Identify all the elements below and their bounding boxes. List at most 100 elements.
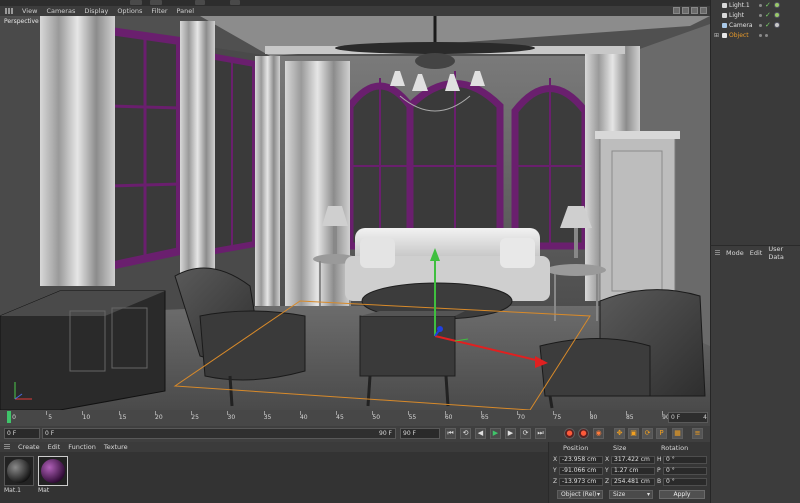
coordinate-mode-value: Object (Rel) — [561, 491, 597, 498]
material-menu-edit[interactable]: Edit — [48, 443, 61, 451]
rotation-header: Rotation — [661, 444, 689, 452]
current-frame-field[interactable]: 0 F 4 — [668, 412, 708, 423]
material-item-selected[interactable]: Mat — [38, 456, 68, 494]
viewport-menu-display[interactable]: Display — [84, 7, 108, 15]
rotation-h-field[interactable]: 0 ° — [663, 456, 707, 464]
size-z-field[interactable]: 254.481 cm — [611, 478, 655, 486]
object-row[interactable]: Light ✓ — [711, 10, 800, 20]
curtain-left-2 — [180, 21, 215, 281]
rotation-p-field[interactable]: 0 ° — [663, 467, 707, 475]
tag-icon[interactable] — [773, 2, 780, 8]
null-object-icon — [722, 32, 727, 38]
material-menu-create[interactable]: Create — [18, 443, 40, 451]
object-flags: ✓ — [759, 1, 780, 9]
play-icon[interactable]: ▶ — [490, 428, 501, 439]
toolbar-button[interactable] — [230, 0, 240, 5]
scale-tool-icon[interactable]: ▣ — [628, 428, 639, 439]
toolbar-button[interactable] — [150, 0, 162, 5]
autokey-icon[interactable]: ● — [578, 428, 589, 439]
timeline-tick-label: 85 — [625, 414, 634, 421]
material-swatch — [4, 456, 34, 486]
coordinate-mode-select[interactable]: Object (Rel) ▾ — [557, 490, 603, 499]
material-item[interactable]: Mat.1 — [4, 456, 34, 494]
transport-bar: 0 F 0 F 90 F 90 F ⏮ ⟲ ◀ ▶ ▶ ⟳ ⏭ ● ● ◉ ✥ ▣ ⟳ P … — [0, 426, 710, 442]
grid-tool-icon[interactable]: ▦ — [672, 428, 683, 439]
move-tool-icon[interactable]: ✥ — [614, 428, 625, 439]
viewport-camera-label: Perspective — [4, 18, 39, 25]
toolbar-button[interactable] — [130, 0, 142, 5]
size-x-field[interactable]: 317.422 cm — [611, 456, 655, 464]
curtain-back-left — [285, 61, 350, 306]
next-frame-icon[interactable]: ▶ — [505, 428, 516, 439]
prev-key-icon[interactable]: ⟲ — [460, 428, 471, 439]
start-frame-field[interactable]: 0 F — [4, 428, 40, 439]
material-name: Mat — [38, 487, 50, 494]
check-icon[interactable]: ✓ — [765, 1, 771, 9]
object-manager: Light.1 ✓ Light ✓ Camera ✓ ⊞ Object — [710, 0, 800, 245]
move-view-icon[interactable] — [673, 7, 680, 14]
tag-icon[interactable] — [773, 12, 780, 18]
apply-button[interactable]: Apply — [659, 490, 705, 499]
position-z-field[interactable]: -13.973 cm — [559, 478, 603, 486]
prev-frame-icon[interactable]: ◀ — [475, 428, 486, 439]
attribute-menu-user-data[interactable]: User Data — [768, 245, 800, 261]
timeline-tick-label: 60 — [444, 414, 453, 421]
timeline-tick-label: 5 — [48, 414, 53, 421]
timeline-tick-label: 0 — [12, 414, 16, 421]
material-menu-texture[interactable]: Texture — [104, 443, 128, 451]
object-name: Light — [729, 11, 744, 19]
tag-icon[interactable] — [773, 22, 780, 28]
viewport-panel[interactable]: View Cameras Display Options Filter Pane… — [0, 6, 710, 410]
expand-icon[interactable]: ⊞ — [714, 32, 719, 39]
record-icon[interactable]: ● — [564, 428, 575, 439]
position-x-field[interactable]: -23.958 cm — [559, 456, 603, 464]
light-icon — [722, 12, 727, 18]
zoom-view-icon[interactable] — [682, 7, 689, 14]
attribute-menu-mode[interactable]: Mode — [726, 249, 744, 257]
check-icon[interactable]: ✓ — [765, 21, 771, 29]
rotate-view-icon[interactable] — [691, 7, 698, 14]
size-y-field[interactable]: 1.27 cm — [611, 467, 655, 475]
next-key-icon[interactable]: ⟳ — [520, 428, 531, 439]
object-row[interactable]: Light.1 ✓ — [711, 0, 800, 10]
attribute-menu: Mode Edit User Data — [711, 245, 800, 261]
viewport-menu-panel[interactable]: Panel — [177, 7, 195, 15]
end-frame-field[interactable]: 90 F — [400, 428, 440, 439]
preview-range-slider[interactable]: 0 F 90 F — [42, 428, 396, 439]
size-mode-select[interactable]: Size ▾ — [609, 490, 653, 499]
material-swatch — [38, 456, 68, 486]
timeline-tick-label: 50 — [372, 414, 381, 421]
last-frame-icon[interactable]: ⏭ — [535, 428, 546, 439]
timeline-ruler[interactable]: 0 5 10 15 20 25 30 35 40 45 50 55 60 65 70 75 80 85 90 — [6, 411, 670, 425]
chevron-down-icon: ▾ — [596, 491, 600, 498]
toolbar-button[interactable] — [195, 0, 205, 5]
rotate-tool-icon[interactable]: ⟳ — [642, 428, 653, 439]
viewport-menu-view[interactable]: View — [22, 7, 37, 15]
viewport-menu-filter[interactable]: Filter — [151, 7, 167, 15]
timeline-playhead[interactable] — [7, 411, 11, 423]
size-mode-value: Size — [613, 491, 626, 498]
keyframe-selection-icon[interactable]: ◉ — [593, 428, 604, 439]
timeline-tick-label: 80 — [589, 414, 598, 421]
parameter-tool-icon[interactable]: P — [656, 428, 667, 439]
position-y-field[interactable]: -91.066 cm — [559, 467, 603, 475]
timeline-tick-label: 65 — [481, 414, 489, 421]
range-start-value: 0 F — [45, 430, 55, 437]
object-row-selected[interactable]: ⊞ Object — [711, 30, 800, 40]
material-menu-function[interactable]: Function — [68, 443, 96, 451]
viewport-menu-options[interactable]: Options — [117, 7, 142, 15]
rotation-b-field[interactable]: 0 ° — [663, 478, 707, 486]
attribute-menu-edit[interactable]: Edit — [750, 249, 763, 257]
object-row[interactable]: Camera ✓ — [711, 20, 800, 30]
timeline-tick-label: 55 — [408, 414, 417, 421]
object-flags — [759, 33, 768, 37]
check-icon[interactable]: ✓ — [765, 11, 771, 19]
timeline-menu-icon[interactable]: ≡ — [692, 428, 703, 439]
maximize-view-icon[interactable] — [700, 7, 707, 14]
chevron-down-icon: ▾ — [646, 491, 650, 498]
first-frame-icon[interactable]: ⏮ — [445, 428, 456, 439]
timeline[interactable]: 0 5 10 15 20 25 30 35 40 45 50 55 60 65 70 75 80 85 90 0 F… — [0, 410, 710, 426]
3d-scene-render[interactable] — [0, 16, 710, 410]
arched-window-center — [406, 71, 504, 250]
viewport-menu-cameras[interactable]: Cameras — [46, 7, 75, 15]
